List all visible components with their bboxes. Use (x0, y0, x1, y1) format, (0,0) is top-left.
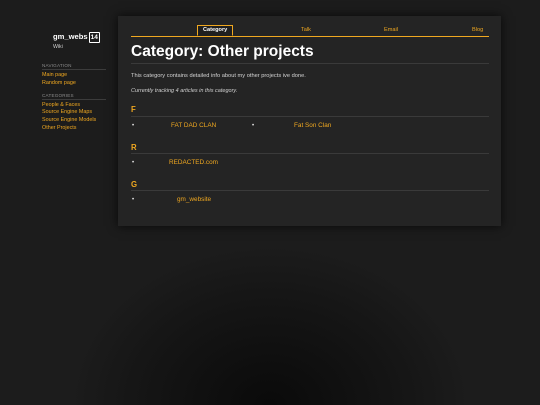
category-description: This category contains detailed info abo… (131, 73, 306, 79)
group-letter-f: F (131, 105, 136, 114)
list-item: • gm_website (132, 196, 211, 203)
sidebar-item-other-projects[interactable]: Other Projects (42, 125, 76, 131)
article-link-gm-website[interactable]: gm_website (177, 196, 211, 203)
sidebar-item-main-page[interactable]: Main page (42, 72, 67, 78)
list-item: • FAT DAD CLAN (132, 122, 216, 129)
logo-badge: 14 (88, 32, 100, 43)
navigation-heading: NAVIGATION (42, 63, 106, 70)
list-item: • REDACTED.com (132, 159, 218, 166)
group-letter-g: G (131, 180, 138, 189)
bullet-icon: • (132, 123, 135, 129)
group-letter-r: R (131, 143, 137, 152)
group-divider (131, 190, 489, 191)
sidebar-item-people-faces[interactable]: People & Faces (42, 102, 80, 108)
page-tabs: Category Talk Email Blog (131, 25, 489, 37)
tab-email[interactable]: Email (384, 27, 398, 33)
categories-heading: CATEGORIES (42, 93, 106, 100)
tab-category[interactable]: Category (197, 25, 234, 36)
article-count-note: Currently tracking 4 articles in this ca… (131, 88, 238, 94)
bullet-icon: • (252, 123, 255, 129)
categories-list: People & Faces Source Engine Maps Source… (42, 102, 106, 133)
article-link-fat-son-clan[interactable]: Fat Son Clan (294, 122, 331, 129)
list-item: • Fat Son Clan (252, 122, 331, 129)
tab-talk[interactable]: Talk (301, 27, 311, 33)
logo-name: gm_webs (53, 32, 88, 41)
group-divider (131, 153, 489, 154)
site-logo[interactable]: gm_webs 14 Wiki (53, 26, 106, 50)
article-link-fat-dad-clan[interactable]: FAT DAD CLAN (171, 122, 216, 129)
sidebar: gm_webs 14 Wiki NAVIGATION Main page Rand… (42, 26, 106, 138)
navigation-list: Main page Random page (42, 72, 106, 88)
article-link-redacted[interactable]: REDACTED.com (169, 159, 218, 166)
page-title: Category: Other projects (131, 43, 314, 60)
content-panel: Category Talk Email Blog Category: Other… (118, 16, 501, 226)
bullet-icon: • (132, 197, 135, 203)
group-divider (131, 116, 489, 117)
sidebar-item-random-page[interactable]: Random page (42, 80, 76, 86)
sidebar-item-source-engine-models[interactable]: Source Engine Models (42, 117, 96, 123)
sidebar-item-source-engine-maps[interactable]: Source Engine Maps (42, 109, 92, 115)
bullet-icon: • (132, 160, 135, 166)
title-divider (131, 63, 489, 64)
logo-subtitle: Wiki (53, 44, 63, 50)
tab-blog[interactable]: Blog (472, 27, 483, 33)
